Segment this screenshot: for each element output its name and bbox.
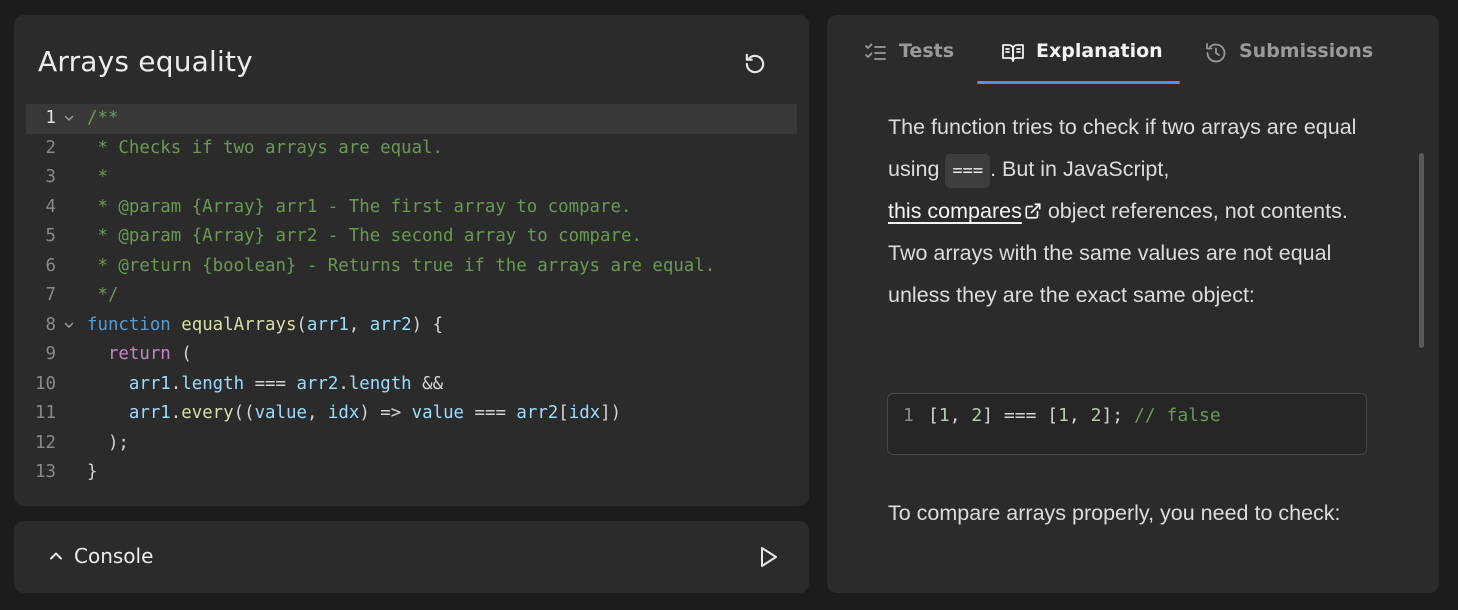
code-text: return ( xyxy=(107,344,192,364)
code-text: ); xyxy=(87,432,129,453)
inline-code: === xyxy=(945,154,991,188)
external-link[interactable]: this compares xyxy=(888,199,1022,223)
code-text: * @param {Array} arr1 - The first array … xyxy=(87,196,632,217)
line-number: 1 xyxy=(45,108,56,128)
code-text: * xyxy=(87,167,108,187)
code-line[interactable]: 13} xyxy=(26,458,797,488)
explanation-paragraph-2: To compare arrays properly, you need to … xyxy=(888,501,1341,525)
tab-bar: Tests Explanation Submissions xyxy=(827,15,1439,85)
checklist-icon xyxy=(865,43,886,60)
explanation-text-2: . But in JavaScript, xyxy=(990,157,1170,181)
code-line[interactable]: 5 * @param {Array} arr2 - The second arr… xyxy=(26,222,797,252)
code-text: * Checks if two arrays are equal. xyxy=(87,137,443,158)
code-text: arr1.length === arr2.length && xyxy=(128,373,444,394)
tab-tests[interactable]: Tests xyxy=(864,37,954,83)
code-snippet: 1 [1, 2] === [1, 2]; // false xyxy=(887,393,1367,455)
line-number: 6 xyxy=(45,255,56,276)
tab-submissions-label: Submissions xyxy=(1239,40,1374,62)
tab-explanation-label: Explanation xyxy=(1036,40,1163,62)
code-text: */ xyxy=(87,285,119,305)
code-line[interactable]: 11 arr1.every((value, idx) => value === … xyxy=(26,399,797,429)
line-number: 2 xyxy=(45,137,56,158)
code-line[interactable]: 2 * Checks if two arrays are equal. xyxy=(26,134,797,164)
code-text: * @param {Array} arr2 - The second array… xyxy=(87,226,642,246)
run-button[interactable] xyxy=(756,543,782,571)
tab-explanation[interactable]: Explanation xyxy=(1001,37,1163,83)
editor-panel: Arrays equality 1 /** 2 * Checks if two ar… xyxy=(14,15,809,506)
reset-button[interactable] xyxy=(740,49,770,79)
code-line[interactable]: 7 */ xyxy=(26,281,797,311)
code-editor[interactable]: 1/** 2 * Checks if two arrays are equal. 3… xyxy=(26,104,797,488)
line-number: 9 xyxy=(45,344,56,364)
fold-chevron-icon[interactable] xyxy=(63,104,75,134)
reset-icon xyxy=(745,53,765,74)
external-link-icon xyxy=(1025,203,1041,219)
tab-tests-label: Tests xyxy=(899,40,955,62)
play-icon xyxy=(761,547,777,567)
line-number: 13 xyxy=(35,462,56,482)
code-line[interactable]: 9 return ( xyxy=(26,340,797,370)
code-text: arr1.every((value, idx) => value === arr… xyxy=(128,403,622,423)
active-tab-indicator xyxy=(977,81,1180,84)
line-number: 3 xyxy=(45,167,56,187)
code-line[interactable]: 3 * xyxy=(26,163,797,193)
code-line[interactable]: 6 * @return {boolean} - Returns true if … xyxy=(26,252,797,282)
code-line[interactable]: 10 arr1.length === arr2.length && xyxy=(26,370,797,400)
line-number: 11 xyxy=(35,403,56,423)
code-line[interactable]: 4 * @param {Array} arr1 - The first arra… xyxy=(26,193,797,223)
snippet-line-number: 1 xyxy=(903,405,914,426)
explanation-panel: Tests Explanation Submissions The functi… xyxy=(827,15,1439,593)
code-line[interactable]: 1 /** xyxy=(26,104,797,134)
line-number: 12 xyxy=(35,432,56,453)
console-label: Console xyxy=(74,544,154,568)
code-text: /** xyxy=(87,108,119,128)
explanation-paragraph: The function tries to check if two array… xyxy=(888,106,1378,316)
tab-submissions[interactable]: Submissions xyxy=(1204,37,1373,83)
console-panel: Console xyxy=(14,521,809,593)
code-line[interactable]: 12 ); xyxy=(26,429,797,459)
code-text: function equalArrays(arr1, arr2) { xyxy=(87,314,444,335)
code-text: } xyxy=(87,462,98,482)
line-number: 8 xyxy=(45,314,56,335)
line-number: 10 xyxy=(35,373,56,394)
console-toggle[interactable]: Console xyxy=(48,544,153,568)
book-icon xyxy=(1002,44,1024,62)
line-number: 4 xyxy=(45,196,56,217)
fold-chevron-icon[interactable] xyxy=(63,311,75,341)
chevron-up-icon xyxy=(50,552,62,560)
line-number: 7 xyxy=(45,285,56,305)
history-icon xyxy=(1206,43,1226,63)
code-text: * @return {boolean} - Returns true if th… xyxy=(87,255,716,276)
snippet-code: [1, 2] === [1, 2]; // false xyxy=(928,405,1221,426)
line-number: 5 xyxy=(45,226,56,246)
link-text: this compares xyxy=(888,199,1022,223)
scrollbar[interactable] xyxy=(1419,153,1424,348)
code-line[interactable]: 8 function equalArrays(arr1, arr2) { xyxy=(26,311,797,341)
editor-title: Arrays equality xyxy=(38,45,253,78)
